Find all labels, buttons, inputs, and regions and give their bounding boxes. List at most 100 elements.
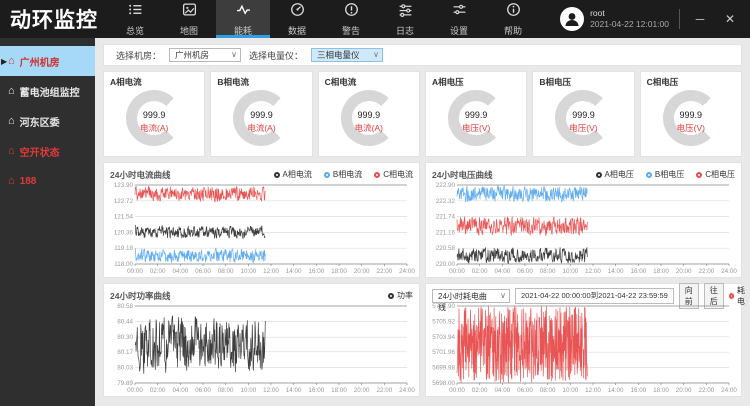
svg-text:22:00: 22:00 xyxy=(376,387,392,394)
svg-text:04:00: 04:00 xyxy=(172,268,188,275)
svg-text:00:00: 00:00 xyxy=(127,387,143,394)
svg-text:08:00: 08:00 xyxy=(540,387,556,394)
user-info[interactable]: root 2021-04-22 12:01:00 xyxy=(560,7,669,31)
chart-title: 24小时电压曲线 xyxy=(432,169,492,181)
sidebar: ▶ ⌂ 广州机房 ▶ ⌂ 蓄电池组监控 ▶ ⌂ 河东区委 ▶ ⌂ 空开状态 ▶ xyxy=(0,38,95,406)
svg-text:16:00: 16:00 xyxy=(630,268,646,275)
legend-item-power[interactable]: 功率 xyxy=(388,290,413,301)
consumption-curve-select[interactable]: 24小时耗电曲线 ∨ xyxy=(432,289,510,303)
svg-text:120.36: 120.36 xyxy=(114,229,134,236)
power-chart: 80.5880.4480.3080.1780.0379.8900:0002:00… xyxy=(110,303,413,394)
gauge-title: A相电流 xyxy=(110,76,198,88)
svg-text:16:00: 16:00 xyxy=(308,268,324,275)
legend-item-phase-b-voltage[interactable]: B相电压 xyxy=(646,169,684,180)
home-icon: ⌂ xyxy=(8,55,15,67)
svg-text:118.00: 118.00 xyxy=(114,261,133,268)
divider xyxy=(679,9,680,29)
legend-marker-icon xyxy=(274,172,280,178)
sidebar-item-hedong-committee[interactable]: ▶ ⌂ 河东区委 xyxy=(0,106,95,136)
tab-map[interactable]: 地图 xyxy=(162,0,216,38)
room-select[interactable]: 广州机房 ∨ xyxy=(169,48,241,62)
gauge-card-phase-a-voltage: A相电压 999.9 电压(V) xyxy=(425,71,527,157)
meter-select-label: 选择电量仪： xyxy=(249,49,303,62)
svg-text:18:00: 18:00 xyxy=(653,268,669,275)
tab-data[interactable]: 数据 xyxy=(270,0,324,38)
svg-text:04:00: 04:00 xyxy=(494,268,510,275)
topbar-right: root 2021-04-22 12:01:00 ─ ✕ xyxy=(560,0,750,38)
svg-text:06:00: 06:00 xyxy=(195,268,211,275)
chart-title: 24小时电流曲线 xyxy=(110,169,170,181)
room-select-value: 广州机房 xyxy=(175,50,209,60)
sidebar-item-breaker-status[interactable]: ▶ ⌂ 空开状态 xyxy=(0,136,95,166)
gauge-unit: 电压(V) xyxy=(448,122,504,134)
svg-text:24:00: 24:00 xyxy=(399,268,415,275)
tab-overview[interactable]: 总览 xyxy=(108,0,162,38)
gauge-title: C相电流 xyxy=(325,76,413,88)
charts-grid: 24小时电流曲线 A相电流 B相电流 xyxy=(103,162,742,397)
user-meta: root 2021-04-22 12:01:00 xyxy=(590,8,669,29)
close-button[interactable]: ✕ xyxy=(720,12,740,26)
svg-text:10:00: 10:00 xyxy=(562,268,578,275)
svg-text:221.16: 221.16 xyxy=(436,229,456,236)
svg-text:08:00: 08:00 xyxy=(540,268,556,275)
svg-text:5699.98: 5699.98 xyxy=(432,365,455,372)
map-icon xyxy=(182,2,197,22)
pulse-icon xyxy=(236,2,251,22)
svg-text:02:00: 02:00 xyxy=(150,268,166,275)
sidebar-item-188[interactable]: ▶ ⌂ 188 xyxy=(0,166,95,196)
meter-select[interactable]: 三相电量仪 ∨ xyxy=(311,48,383,62)
date-range-input[interactable]: 2021-04-22 00:00:00到2021-04-22 23:59:59 xyxy=(515,288,674,304)
svg-text:12:00: 12:00 xyxy=(263,268,279,275)
sidebar-item-guangzhou-room[interactable]: ▶ ⌂ 广州机房 xyxy=(0,46,95,76)
svg-text:18:00: 18:00 xyxy=(331,387,347,394)
tab-help[interactable]: 帮助 xyxy=(486,0,540,38)
gauge-title: B相电流 xyxy=(217,76,305,88)
current-chart-panel: 24小时电流曲线 A相电流 B相电流 xyxy=(103,162,420,278)
minimize-button[interactable]: ─ xyxy=(690,12,710,26)
svg-text:24:00: 24:00 xyxy=(721,387,737,394)
gauge-unit: 电压(V) xyxy=(555,122,611,134)
alert-icon xyxy=(344,2,359,22)
svg-text:220.58: 220.58 xyxy=(436,245,456,252)
gauge-row: A相电流 999.9 电流(A) B相电流 999.9 电流(A) C相电流 9… xyxy=(103,71,742,157)
gauge-value: 999.9 xyxy=(663,110,719,120)
tab-alert[interactable]: 警告 xyxy=(324,0,378,38)
gauge-card-phase-b-current: B相电流 999.9 电流(A) xyxy=(210,71,312,157)
chart-legend: 功率 xyxy=(388,290,413,301)
tab-log[interactable]: 日志 xyxy=(378,0,432,38)
svg-text:14:00: 14:00 xyxy=(608,268,624,275)
chart-title: 24小时功率曲线 xyxy=(110,290,170,302)
legend-item-phase-c-voltage[interactable]: C相电压 xyxy=(696,169,735,180)
svg-text:80.03: 80.03 xyxy=(117,364,133,371)
tab-label: 能耗 xyxy=(234,24,252,37)
legend-item-phase-a-current[interactable]: A相电流 xyxy=(274,169,312,180)
filter-bar: 选择机房： 广州机房 ∨ 选择电量仪： 三相电量仪 ∨ xyxy=(103,44,742,66)
voltage-chart: 222.90222.32221.74221.16220.58220.0000:0… xyxy=(432,182,735,275)
power-chart-plot: 80.5880.4480.3080.1780.0379.8900:0002:00… xyxy=(110,303,413,394)
legend-item-phase-b-current[interactable]: B相电流 xyxy=(324,169,362,180)
svg-text:12:00: 12:00 xyxy=(585,387,601,394)
gauge-arc: 999.9 电流(A) xyxy=(126,90,182,146)
svg-text:80.17: 80.17 xyxy=(117,349,133,356)
tab-settings[interactable]: 设置 xyxy=(432,0,486,38)
legend-marker-icon xyxy=(646,172,652,178)
tab-label: 设置 xyxy=(450,24,468,37)
sliders-icon xyxy=(398,2,413,22)
gauge-unit: 电流(A) xyxy=(341,122,397,134)
svg-text:06:00: 06:00 xyxy=(517,387,533,394)
svg-text:220.00: 220.00 xyxy=(436,261,456,268)
sidebar-item-battery-monitor[interactable]: ▶ ⌂ 蓄电池组监控 xyxy=(0,76,95,106)
tab-label: 日志 xyxy=(396,24,414,37)
tab-energy[interactable]: 能耗 xyxy=(216,0,270,38)
svg-text:221.74: 221.74 xyxy=(436,214,456,221)
consumption-chart: 5707.905705.925703.945701.965699.985698.… xyxy=(432,303,735,394)
sidebar-item-label: 空开状态 xyxy=(20,144,60,159)
svg-text:5705.92: 5705.92 xyxy=(432,318,455,325)
chevron-down-icon: ∨ xyxy=(500,290,506,301)
svg-text:10:00: 10:00 xyxy=(240,268,256,275)
legend-item-phase-a-voltage[interactable]: A相电压 xyxy=(596,169,634,180)
legend-marker-icon xyxy=(324,172,330,178)
user-name: root xyxy=(590,8,669,19)
svg-text:00:00: 00:00 xyxy=(449,268,465,275)
legend-item-phase-c-current[interactable]: C相电流 xyxy=(374,169,413,180)
